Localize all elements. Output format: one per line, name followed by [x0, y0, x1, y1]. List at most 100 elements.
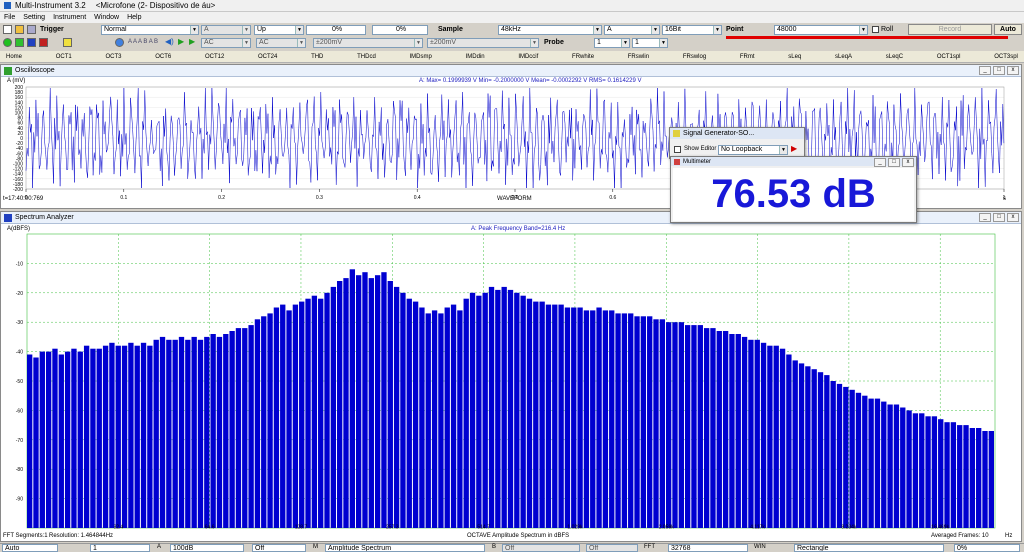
- spectrum-bar: [71, 348, 77, 528]
- sample-rate-select[interactable]: 48kHz ▼: [498, 25, 602, 35]
- status-analysis[interactable]: Amplitude Spectrum: [325, 544, 485, 552]
- channel-icon[interactable]: [115, 38, 124, 47]
- status-auto[interactable]: Auto: [2, 544, 58, 552]
- minimize-button[interactable]: _: [979, 66, 991, 75]
- func-oct1[interactable]: OCT1: [56, 54, 72, 60]
- menu-setting[interactable]: Setting: [19, 14, 49, 21]
- menu-file[interactable]: File: [0, 14, 19, 21]
- range-a-select[interactable]: ±200mV ▼: [313, 38, 423, 48]
- status-fft-size[interactable]: 32768: [668, 544, 748, 552]
- record-button[interactable]: Record: [908, 24, 992, 35]
- osc-x-tick: 0.2: [218, 195, 225, 201]
- spectrum-bar: [216, 336, 223, 528]
- func-oct24[interactable]: OCT24: [258, 54, 277, 60]
- points-select[interactable]: 48000 ▼: [774, 25, 868, 35]
- spectrum-bar: [647, 316, 653, 528]
- trigger-channel-select[interactable]: A ▼: [201, 25, 251, 35]
- spec-y-tick: -50: [16, 379, 23, 385]
- close-button[interactable]: x: [902, 158, 914, 167]
- sample-channel-select[interactable]: A ▼: [604, 25, 660, 35]
- spectrum-bar: [343, 278, 349, 528]
- func-frswlog[interactable]: FRswlog: [683, 54, 706, 60]
- close-button[interactable]: x: [1007, 213, 1019, 222]
- func-imdccif[interactable]: IMDccif: [518, 54, 538, 60]
- trigger-delay-field[interactable]: 0%: [372, 25, 428, 35]
- open-icon[interactable]: [15, 25, 24, 34]
- menu-window[interactable]: Window: [90, 14, 123, 21]
- minimize-button[interactable]: _: [874, 158, 886, 167]
- status-off3[interactable]: Off: [586, 544, 638, 552]
- status-window[interactable]: Rectangle: [794, 544, 944, 552]
- bits-select[interactable]: 16Bit ▼: [662, 25, 722, 35]
- status-off1-value: Off: [255, 545, 265, 552]
- spectrum-bar: [805, 366, 811, 528]
- minimize-button[interactable]: _: [979, 213, 991, 222]
- status-scale[interactable]: 1: [90, 544, 150, 552]
- maximize-button[interactable]: □: [993, 213, 1005, 222]
- spectrum-bar: [444, 307, 450, 528]
- probe-a-select[interactable]: 1 ▼: [594, 38, 630, 48]
- spectrum-bar: [425, 313, 431, 528]
- toolbar: Trigger Normal ▼ A ▼ Up ▼ 0% 0% Sample 48kH…: [0, 23, 1024, 51]
- speaker-icon[interactable]: ◀): [165, 37, 174, 46]
- status-off2[interactable]: Off: [502, 544, 580, 552]
- siggen-play-icon[interactable]: ▶: [791, 144, 797, 153]
- show-editor-checkbox[interactable]: [674, 146, 681, 153]
- run-icon[interactable]: [3, 38, 12, 47]
- func-frswlin[interactable]: FRswlin: [628, 54, 649, 60]
- spectrum-bar: [703, 328, 710, 528]
- menu-help[interactable]: Help: [123, 14, 145, 21]
- coupling-a-select[interactable]: AC ▼: [201, 38, 251, 48]
- func-oct3[interactable]: OCT3: [105, 54, 121, 60]
- func-oct1spl[interactable]: OCT1spl: [937, 54, 961, 60]
- spectrum-bar: [760, 342, 767, 528]
- func-frwhite[interactable]: FRwhite: [572, 54, 594, 60]
- range-b-select[interactable]: ±200mV ▼: [427, 38, 539, 48]
- func-oct12[interactable]: OCT12: [205, 54, 224, 60]
- spectrum-bar: [412, 301, 419, 528]
- new-icon[interactable]: [3, 25, 12, 34]
- status-range[interactable]: 100dB: [170, 544, 244, 552]
- func-sleqc[interactable]: sLeqC: [886, 54, 903, 60]
- roll-checkbox[interactable]: [872, 26, 879, 33]
- func-sleqa[interactable]: sLeqA: [835, 54, 852, 60]
- play-icon[interactable]: ▶: [189, 37, 195, 46]
- show-editor-label: Show Editor: [684, 146, 717, 152]
- menu-instrument[interactable]: Instrument: [49, 14, 90, 21]
- probe-b-select[interactable]: 1 ▼: [632, 38, 668, 48]
- coupling-b-select[interactable]: AC ▼: [256, 38, 306, 48]
- trigger-mode-select[interactable]: Normal ▼: [101, 25, 199, 35]
- trigger-level-field[interactable]: 0%: [306, 25, 366, 35]
- level-meter: [726, 36, 1008, 39]
- func-sleq[interactable]: sLeq: [788, 54, 801, 60]
- single-icon[interactable]: [15, 38, 24, 47]
- func-thdcd[interactable]: THDcd: [357, 54, 376, 60]
- func-imddin[interactable]: IMDdin: [466, 54, 485, 60]
- generator-icon[interactable]: [63, 38, 72, 47]
- play-icon[interactable]: ▶: [178, 37, 184, 46]
- status-overlap[interactable]: 0%: [954, 544, 1020, 552]
- func-frmt[interactable]: FRmt: [740, 54, 755, 60]
- save-icon[interactable]: [27, 25, 36, 34]
- trigger-edge-select[interactable]: Up ▼: [254, 25, 304, 35]
- auto-button[interactable]: Auto: [994, 24, 1022, 35]
- spectrum-bar: [33, 357, 39, 528]
- stop-icon[interactable]: [39, 38, 48, 47]
- func-oct3spl[interactable]: OCT3spl: [994, 54, 1018, 60]
- close-button[interactable]: x: [1007, 66, 1019, 75]
- loopback-select[interactable]: No Loopback ▼: [718, 145, 788, 155]
- func-thd[interactable]: THD: [311, 54, 323, 60]
- chart-icon[interactable]: [27, 38, 36, 47]
- maximize-button[interactable]: □: [993, 66, 1005, 75]
- status-b: B: [492, 544, 497, 550]
- spec-x-tick: 4.117k: [750, 525, 765, 531]
- func-home[interactable]: Home: [6, 54, 22, 60]
- spectrum-bar: [469, 292, 476, 528]
- maximize-button[interactable]: □: [888, 158, 900, 167]
- func-oct6[interactable]: OCT6: [155, 54, 171, 60]
- spectrum-bar: [925, 416, 931, 528]
- spectrum-bar: [39, 351, 45, 528]
- display-mode-icons[interactable]: A A A B A B: [128, 39, 158, 45]
- func-imdsmp[interactable]: IMDsmp: [410, 54, 432, 60]
- status-off1[interactable]: Off: [252, 544, 306, 552]
